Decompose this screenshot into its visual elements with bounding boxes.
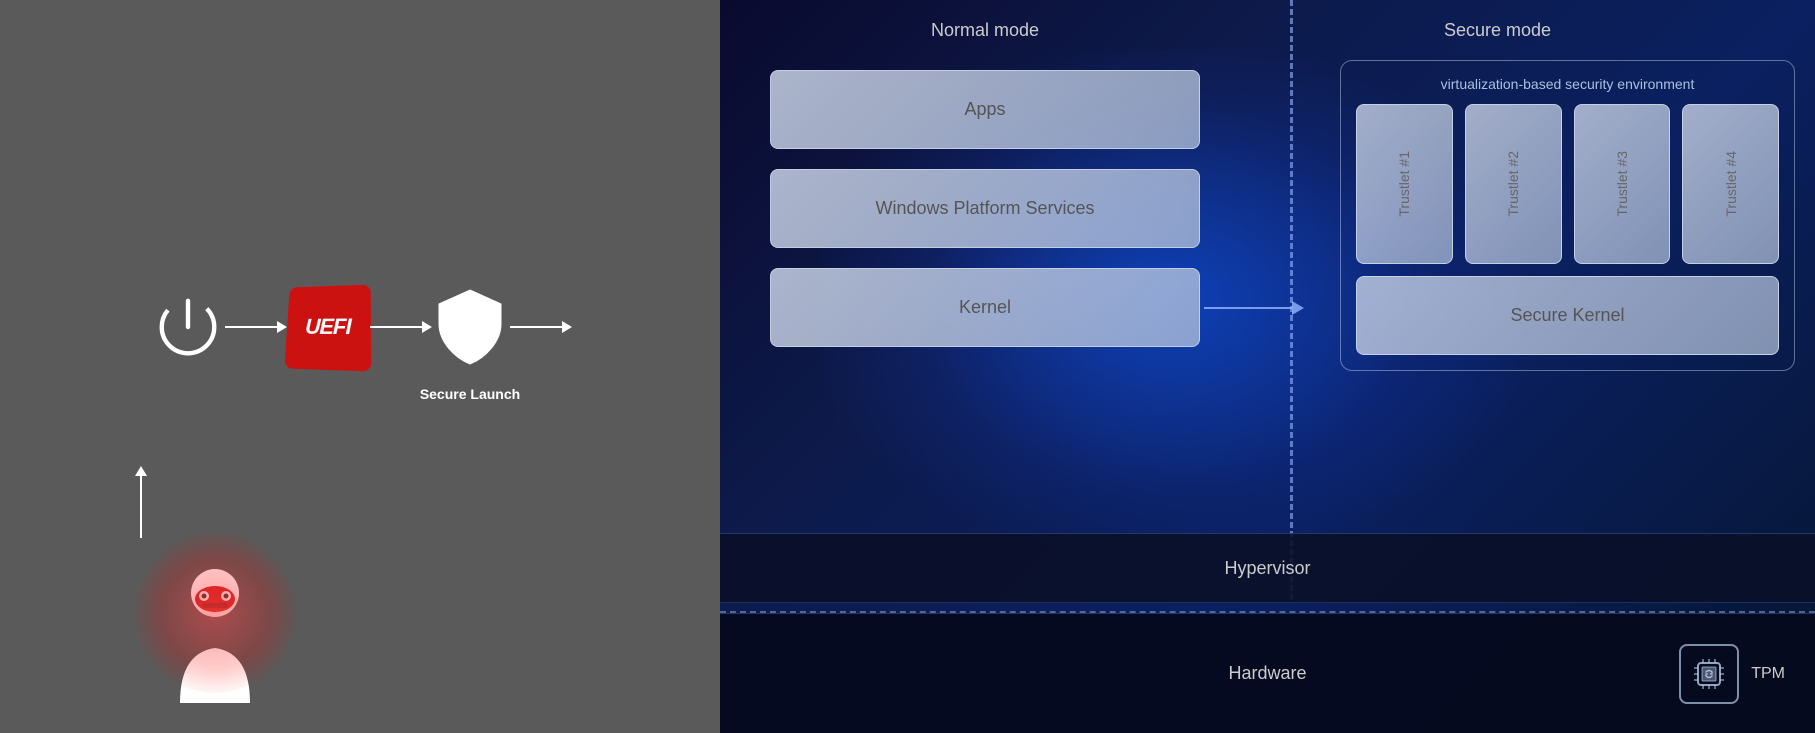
- trustlet-4: Trustlet #4: [1682, 104, 1779, 264]
- hardware-label: Hardware: [1228, 663, 1306, 684]
- left-panel: UEFI Secure Launch: [0, 0, 720, 733]
- power-icon: [150, 289, 225, 364]
- apps-label: Apps: [964, 99, 1005, 119]
- attacker-arrow: [140, 468, 142, 548]
- hypervisor-label: Hypervisor: [1224, 558, 1310, 579]
- tpm-icon: [1679, 644, 1739, 704]
- uefi-label: UEFI: [305, 314, 351, 340]
- wps-label: Windows Platform Services: [875, 198, 1094, 218]
- power-icon-container: [150, 289, 225, 364]
- hardware-bar: Hardware: [720, 613, 1815, 733]
- uefi-container: UEFI: [285, 284, 370, 369]
- trustlet-4-label: Trustlet #4: [1723, 151, 1739, 217]
- right-panel: Normal mode Secure mode Apps Windows Pla…: [720, 0, 1815, 733]
- uefi-icon: UEFI: [284, 285, 371, 372]
- hypervisor-bar: Hypervisor: [720, 533, 1815, 603]
- shield-icon: [430, 282, 510, 372]
- trustlet-1-label: Trustlet #1: [1396, 151, 1412, 217]
- mode-divider: [1290, 0, 1293, 600]
- secure-mode-container: virtualization-based security environmen…: [1340, 60, 1795, 371]
- attacker-glow: [135, 533, 295, 693]
- secure-kernel-label: Secure Kernel: [1510, 305, 1624, 325]
- kernel-label: Kernel: [959, 297, 1011, 317]
- tpm-label: TPM: [1751, 665, 1785, 683]
- attacker-figure: [160, 563, 270, 703]
- arrow-uefi-to-shield: [370, 326, 430, 328]
- vbs-label: virtualization-based security environmen…: [1356, 76, 1779, 92]
- trustlet-2: Trustlet #2: [1465, 104, 1562, 264]
- arrow-after-shield: [510, 326, 570, 328]
- normal-mode-label: Normal mode: [770, 20, 1200, 41]
- trustlets-row: Trustlet #1 Trustlet #2 Trustlet #3 Trus…: [1356, 104, 1779, 264]
- kernel-to-secure-arrow: [1204, 301, 1304, 315]
- trustlet-3-label: Trustlet #3: [1614, 151, 1630, 217]
- secure-kernel-box: Secure Kernel: [1356, 276, 1779, 355]
- apps-box: Apps: [770, 70, 1200, 149]
- trustlet-1: Trustlet #1: [1356, 104, 1453, 264]
- dashed-separator: [720, 611, 1815, 613]
- trustlet-2-label: Trustlet #2: [1505, 151, 1521, 217]
- trustlet-3: Trustlet #3: [1574, 104, 1671, 264]
- secure-launch-label: Secure Launch: [420, 386, 520, 402]
- wps-box: Windows Platform Services: [770, 169, 1200, 248]
- secure-launch-container: Secure Launch: [430, 282, 510, 372]
- tpm-section: TPM: [1679, 644, 1785, 704]
- arrow-power-to-uefi: [225, 326, 285, 328]
- normal-mode-column: Apps Windows Platform Services Kernel: [770, 70, 1200, 347]
- mode-labels: Normal mode Secure mode: [720, 20, 1815, 41]
- kernel-box: Kernel: [770, 268, 1200, 347]
- boot-flow: UEFI Secure Launch: [150, 282, 570, 372]
